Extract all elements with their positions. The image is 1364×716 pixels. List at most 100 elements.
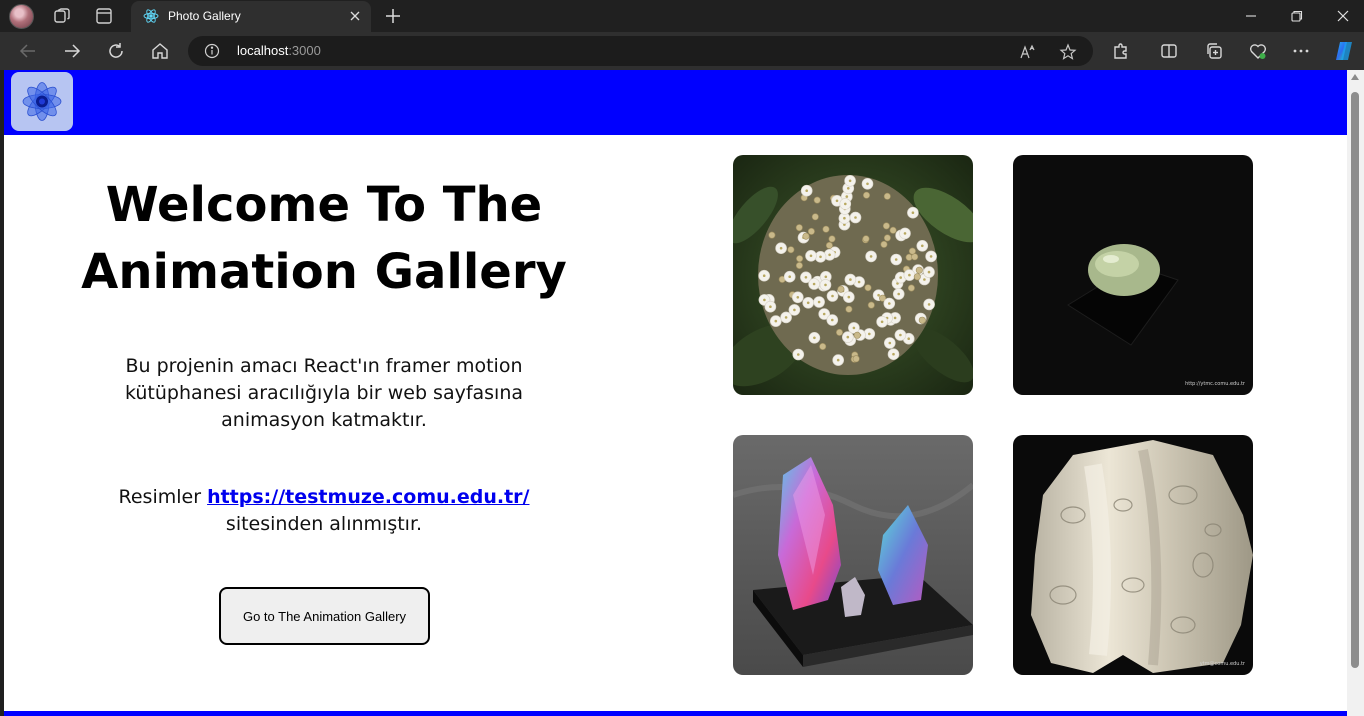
flower-center: [869, 255, 873, 258]
browser-essentials-icon[interactable]: [1248, 41, 1268, 61]
flower-bud: [796, 255, 804, 263]
flower-bud: [907, 284, 915, 292]
flower-bud: [915, 266, 923, 274]
home-icon[interactable]: [150, 41, 170, 61]
flower-center: [779, 246, 783, 250]
flower-center: [806, 301, 810, 305]
flower-bud: [768, 231, 776, 239]
flower-center: [911, 211, 915, 214]
flower-center: [852, 326, 856, 330]
address-bar[interactable]: localhost:3000: [188, 36, 1093, 66]
more-icon[interactable]: [1291, 41, 1311, 61]
tab-actions-icon[interactable]: [94, 6, 114, 26]
flower-bud: [828, 235, 836, 243]
flower-center: [812, 282, 816, 286]
flower-bud: [862, 235, 870, 243]
restore-icon[interactable]: [1289, 8, 1305, 24]
flower-center: [804, 276, 808, 279]
gallery-photo-stone[interactable]: ytm@comu.edu.tr: [1013, 435, 1253, 675]
flower-bud: [819, 343, 827, 351]
flower-logo-icon[interactable]: [11, 72, 73, 131]
flower-center: [907, 337, 910, 340]
flower-bud: [918, 316, 926, 324]
collections-icon[interactable]: [1204, 41, 1224, 61]
favorite-star-icon[interactable]: [1059, 43, 1077, 61]
split-screen-icon[interactable]: [1159, 41, 1179, 61]
workspaces-icon[interactable]: [52, 6, 72, 26]
flower-center: [831, 318, 834, 322]
plus-icon[interactable]: [382, 5, 404, 27]
info-icon[interactable]: [204, 43, 220, 59]
flower-bud: [882, 222, 890, 230]
flower-center: [817, 300, 821, 304]
scroll-up-arrow-icon[interactable]: [1351, 74, 1359, 80]
credit-prefix: Resimler: [118, 486, 202, 508]
flower-center: [805, 189, 808, 192]
source-link[interactable]: https://testmuze.comu.edu.tr/: [207, 486, 529, 508]
forward-icon[interactable]: [62, 41, 82, 61]
scrollbar-thumb[interactable]: [1351, 92, 1359, 668]
flower-bud: [863, 191, 871, 199]
flower-center: [843, 216, 846, 220]
profile-avatar[interactable]: [9, 4, 34, 29]
back-icon[interactable]: [18, 41, 38, 61]
reload-icon[interactable]: [106, 41, 126, 61]
url-text[interactable]: localhost:3000: [237, 43, 321, 58]
flower-bud: [787, 246, 795, 254]
gallery-photo-minerals[interactable]: [733, 435, 973, 675]
flower-center: [846, 335, 850, 339]
flower-center: [888, 302, 891, 305]
flower-center: [868, 332, 871, 336]
flower-center: [899, 333, 902, 337]
flower-center: [854, 216, 857, 219]
flower-center: [848, 179, 852, 183]
flower-bud: [837, 285, 845, 293]
gallery-photo-flower[interactable]: [733, 155, 973, 395]
flower-center: [847, 187, 850, 190]
flower-center: [847, 295, 851, 299]
flower-center: [824, 283, 827, 287]
flower-center: [835, 199, 839, 203]
close-icon[interactable]: [347, 8, 363, 24]
tab-title: Photo Gallery: [168, 9, 241, 23]
flower-center: [831, 294, 834, 298]
go-to-gallery-button[interactable]: Go to The Animation Gallery: [219, 587, 430, 645]
flower-center: [788, 275, 791, 278]
flower-bud: [867, 301, 875, 309]
flower-center: [921, 244, 924, 248]
photo-watermark: ytm@comu.edu.tr: [1200, 661, 1246, 667]
flower-center: [844, 202, 847, 206]
flower-center: [774, 319, 778, 323]
flower-center: [857, 280, 861, 284]
react-favicon: [143, 9, 159, 23]
flower-center: [769, 305, 772, 308]
flower-bud: [880, 240, 888, 248]
read-aloud-icon[interactable]: [1019, 43, 1037, 61]
flower-bud: [845, 305, 853, 313]
flower-bud: [811, 213, 819, 221]
extensions-icon[interactable]: [1111, 41, 1131, 61]
flower-center: [903, 232, 907, 235]
flower-bud: [883, 192, 891, 200]
copilot-icon[interactable]: [1332, 39, 1356, 63]
window-close-icon[interactable]: [1335, 8, 1351, 24]
photo-watermark: http://ytmc.comu.edu.tr: [1185, 381, 1246, 387]
browser-toolbar: localhost:3000: [0, 32, 1364, 70]
gallery-photo-gemstone[interactable]: http://ytmc.comu.edu.tr: [1013, 155, 1253, 395]
flower-center: [899, 276, 902, 279]
page-scrollbar[interactable]: [1347, 70, 1364, 716]
flower-bud: [802, 232, 810, 240]
flower-bud: [852, 355, 860, 363]
flower-center: [894, 258, 898, 261]
flower-center: [866, 182, 869, 186]
minimize-icon[interactable]: [1243, 8, 1259, 24]
flower-center: [849, 278, 852, 281]
flower-center: [784, 316, 788, 319]
flower-bud: [913, 273, 921, 281]
tab-photo-gallery[interactable]: Photo Gallery: [131, 1, 371, 32]
flower-bud: [807, 227, 815, 235]
flower-bud: [836, 328, 844, 336]
flower-bud: [825, 241, 833, 249]
flower-center: [796, 296, 800, 299]
flower-center: [819, 255, 822, 259]
